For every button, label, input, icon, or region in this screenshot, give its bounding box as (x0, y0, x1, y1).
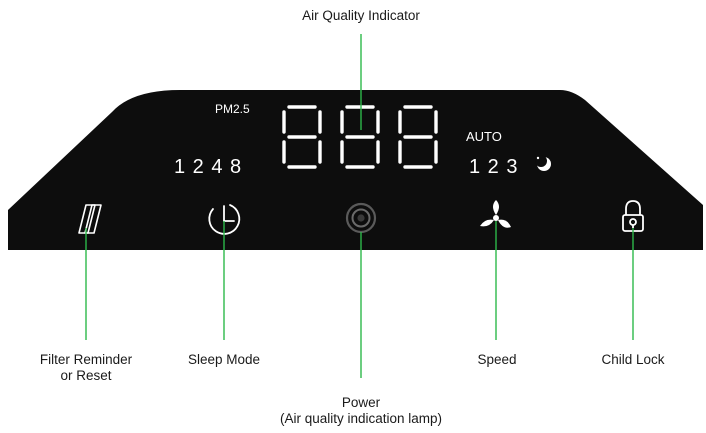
power-label: Power (Air quality indication lamp) (280, 395, 442, 427)
filter-reminder-line2: or Reset (60, 368, 112, 383)
control-panel (8, 90, 703, 250)
pm25-label: PM2.5 (215, 102, 250, 116)
sleep-timer-numbers: 1 2 4 8 (174, 156, 242, 178)
power-line2: (Air quality indication lamp) (279, 411, 443, 426)
speed-numbers: 1 2 3 (469, 156, 518, 178)
auto-label: AUTO (466, 129, 502, 144)
power-line1: Power (341, 395, 381, 410)
speed-label: Speed (477, 352, 517, 367)
filter-reminder-label: Filter Reminder or Reset (40, 352, 132, 384)
filter-reminder-line1: Filter Reminder (39, 352, 133, 367)
child-lock-label: Child Lock (601, 352, 665, 367)
sleep-mode-label: Sleep Mode (187, 352, 261, 367)
air-quality-indicator-label: Air Quality Indicator (302, 8, 420, 23)
